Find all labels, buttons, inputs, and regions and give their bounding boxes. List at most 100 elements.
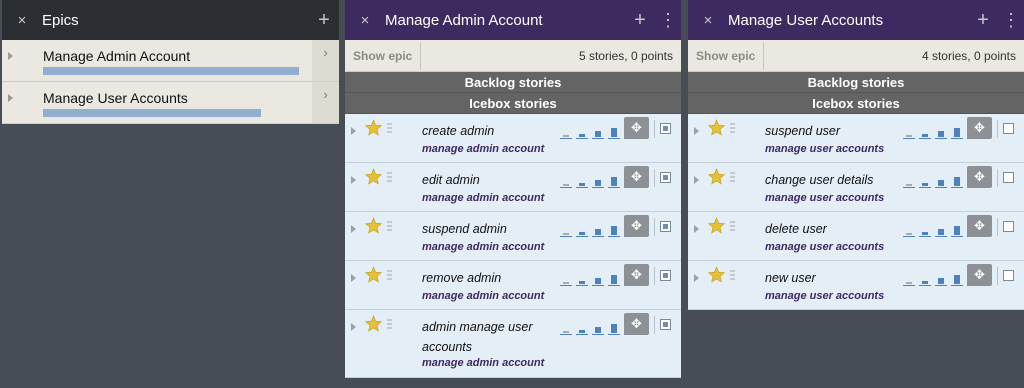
icebox-section-label[interactable]: Icebox stories bbox=[688, 93, 1024, 114]
select-checkbox[interactable] bbox=[1003, 221, 1014, 232]
more-menu-icon[interactable]: ⋮ bbox=[998, 11, 1024, 29]
expand-caret-icon[interactable] bbox=[351, 225, 356, 233]
close-icon[interactable]: × bbox=[688, 12, 728, 29]
estimate-option[interactable] bbox=[951, 223, 963, 237]
drag-handle-icon[interactable] bbox=[387, 319, 392, 331]
story-epic-label[interactable]: manage admin account bbox=[422, 143, 544, 155]
estimate-option[interactable] bbox=[919, 125, 931, 139]
move-icon[interactable]: ✥ bbox=[624, 215, 649, 237]
drag-handle-icon[interactable] bbox=[387, 172, 392, 184]
expand-caret-icon[interactable] bbox=[694, 225, 699, 233]
star-icon[interactable] bbox=[364, 119, 383, 136]
epic-row[interactable]: Manage User Accounts › bbox=[2, 82, 339, 124]
estimate-option[interactable] bbox=[592, 223, 604, 237]
drag-handle-icon[interactable] bbox=[387, 270, 392, 282]
estimate-option[interactable] bbox=[560, 223, 572, 237]
story-row[interactable]: edit admin manage admin account ✥ bbox=[345, 163, 681, 212]
epic-name[interactable]: Manage User Accounts bbox=[43, 90, 188, 106]
story-epic-label[interactable]: manage user accounts bbox=[765, 290, 884, 302]
expand-caret-icon[interactable] bbox=[694, 274, 699, 282]
star-icon[interactable] bbox=[364, 315, 383, 332]
move-icon[interactable]: ✥ bbox=[624, 264, 649, 286]
estimate-option[interactable] bbox=[935, 223, 947, 237]
estimate-option[interactable] bbox=[560, 272, 572, 286]
move-icon[interactable]: ✥ bbox=[967, 264, 992, 286]
expand-caret-icon[interactable] bbox=[351, 176, 356, 184]
estimate-option[interactable] bbox=[951, 174, 963, 188]
estimate-option[interactable] bbox=[919, 174, 931, 188]
estimate-option[interactable] bbox=[608, 125, 620, 139]
drag-handle-icon[interactable] bbox=[730, 270, 735, 282]
move-icon[interactable]: ✥ bbox=[967, 117, 992, 139]
add-story-icon[interactable]: + bbox=[625, 9, 655, 32]
move-icon[interactable]: ✥ bbox=[624, 166, 649, 188]
select-checkbox[interactable] bbox=[1003, 172, 1014, 183]
estimate-option[interactable] bbox=[903, 223, 915, 237]
estimate-option[interactable] bbox=[608, 272, 620, 286]
star-icon[interactable] bbox=[707, 217, 726, 234]
story-row[interactable]: admin manage user accounts manage admin a… bbox=[345, 310, 681, 378]
estimate-option[interactable] bbox=[592, 174, 604, 188]
story-row[interactable]: suspend user manage user accounts ✥ bbox=[688, 114, 1024, 163]
star-icon[interactable] bbox=[707, 266, 726, 283]
expand-caret-icon[interactable] bbox=[351, 323, 356, 331]
estimate-option[interactable] bbox=[592, 125, 604, 139]
star-icon[interactable] bbox=[364, 168, 383, 185]
select-checkbox[interactable] bbox=[660, 270, 671, 281]
select-checkbox[interactable] bbox=[660, 319, 671, 330]
estimate-option[interactable] bbox=[951, 272, 963, 286]
story-epic-label[interactable]: manage admin account bbox=[422, 192, 544, 204]
star-icon[interactable] bbox=[364, 266, 383, 283]
estimate-option[interactable] bbox=[903, 125, 915, 139]
star-icon[interactable] bbox=[707, 119, 726, 136]
estimate-option[interactable] bbox=[576, 223, 588, 237]
show-epic-button[interactable]: Show epic bbox=[688, 41, 765, 70]
estimate-option[interactable] bbox=[560, 125, 572, 139]
select-checkbox[interactable] bbox=[660, 123, 671, 134]
move-icon[interactable]: ✥ bbox=[967, 166, 992, 188]
star-icon[interactable] bbox=[364, 217, 383, 234]
estimate-option[interactable] bbox=[576, 174, 588, 188]
estimate-option[interactable] bbox=[935, 272, 947, 286]
drag-handle-icon[interactable] bbox=[730, 172, 735, 184]
move-icon[interactable]: ✥ bbox=[967, 215, 992, 237]
estimate-option[interactable] bbox=[560, 321, 572, 335]
estimate-option[interactable] bbox=[576, 272, 588, 286]
estimate-option[interactable] bbox=[919, 272, 931, 286]
icebox-section-label[interactable]: Icebox stories bbox=[345, 93, 681, 114]
add-icon[interactable]: + bbox=[309, 9, 339, 32]
estimate-option[interactable] bbox=[560, 174, 572, 188]
estimate-option[interactable] bbox=[592, 272, 604, 286]
story-epic-label[interactable]: manage admin account bbox=[422, 241, 544, 253]
drag-handle-icon[interactable] bbox=[730, 221, 735, 233]
epic-row[interactable]: Manage Admin Account › bbox=[2, 40, 339, 82]
close-icon[interactable]: × bbox=[2, 12, 42, 29]
move-icon[interactable]: ✥ bbox=[624, 117, 649, 139]
story-row[interactable]: suspend admin manage admin account ✥ bbox=[345, 212, 681, 261]
estimate-option[interactable] bbox=[576, 125, 588, 139]
select-checkbox[interactable] bbox=[660, 221, 671, 232]
estimate-option[interactable] bbox=[903, 272, 915, 286]
select-checkbox[interactable] bbox=[1003, 270, 1014, 281]
show-epic-button[interactable]: Show epic bbox=[345, 41, 422, 70]
estimate-option[interactable] bbox=[919, 223, 931, 237]
story-row[interactable]: new user manage user accounts ✥ bbox=[688, 261, 1024, 310]
more-menu-icon[interactable]: ⋮ bbox=[655, 11, 681, 29]
estimate-option[interactable] bbox=[576, 321, 588, 335]
estimate-option[interactable] bbox=[935, 125, 947, 139]
estimate-option[interactable] bbox=[608, 321, 620, 335]
add-story-icon[interactable]: + bbox=[968, 9, 998, 32]
expand-caret-icon[interactable] bbox=[351, 127, 356, 135]
story-row[interactable]: create admin manage admin account ✥ bbox=[345, 114, 681, 163]
caret-right-icon[interactable] bbox=[8, 94, 13, 102]
drag-handle-icon[interactable] bbox=[387, 123, 392, 135]
select-checkbox[interactable] bbox=[660, 172, 671, 183]
story-epic-label[interactable]: manage admin account bbox=[422, 357, 544, 369]
estimate-option[interactable] bbox=[903, 174, 915, 188]
story-row[interactable]: remove admin manage admin account ✥ bbox=[345, 261, 681, 310]
estimate-option[interactable] bbox=[592, 321, 604, 335]
estimate-option[interactable] bbox=[608, 174, 620, 188]
backlog-section-label[interactable]: Backlog stories bbox=[345, 72, 681, 93]
epic-name[interactable]: Manage Admin Account bbox=[43, 48, 190, 64]
chevron-right-icon[interactable]: › bbox=[312, 82, 339, 123]
